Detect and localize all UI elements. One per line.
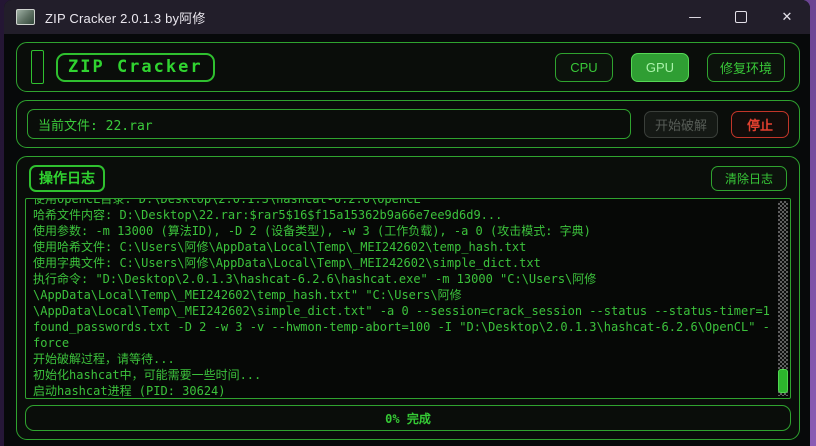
log-line: 开始破解过程，请等待... [33,351,772,367]
log-panel: 操作日志 清除日志 使用OpenCL目录: D:\Desktop\2.0.1.3… [16,156,800,440]
log-scrollbar[interactable] [778,201,788,396]
log-line: 使用哈希文件: C:\Users\阿修\AppData\Local\Temp\_… [33,239,772,255]
stop-button[interactable]: 停止 [731,111,789,138]
repair-environment-button[interactable]: 修复环境 [707,53,785,82]
maximize-button[interactable] [718,0,764,34]
log-line: 哈希文件内容: D:\Desktop\22.rar:$rar5$16$f15a1… [33,207,772,223]
log-lines: 使用OpenCL目录: D:\Desktop\2.0.1.3\hashcat-6… [26,198,790,399]
log-title-badge: 操作日志 [29,165,105,192]
file-panel: 当前文件: 22.rar 开始破解 停止 [16,100,800,148]
log-line: 使用参数: -m 13000 (算法ID), -D 2 (设备类型), -w 3… [33,223,772,239]
start-crack-button[interactable]: 开始破解 [644,111,718,138]
close-button[interactable]: ✕ [764,0,810,34]
log-line: force [33,335,772,351]
minimize-icon: — [689,10,702,25]
log-line: 启动hashcat进程 (PID: 30624) [33,383,772,399]
app-icon [16,9,35,25]
gpu-mode-button[interactable]: GPU [631,53,689,82]
cpu-mode-button[interactable]: CPU [555,53,613,82]
desktop-background: ZIP Cracker 2.0.1.3 by阿修 — ✕ ZIP Cracker [0,0,816,446]
maximize-icon [735,11,747,23]
mode-buttons: CPU GPU 修复环境 [555,53,785,82]
log-line: \AppData\Local\Temp\_MEI242602\temp_hash… [33,287,772,303]
close-icon: ✕ [782,10,793,25]
clear-log-button[interactable]: 清除日志 [711,166,787,191]
log-output-area[interactable]: 使用OpenCL目录: D:\Desktop\2.0.1.3\hashcat-6… [25,198,791,399]
app-window: ZIP Cracker 2.0.1.3 by阿修 — ✕ ZIP Cracker [4,0,810,446]
log-line: \AppData\Local\Temp\_MEI242602\simple_di… [33,303,772,319]
log-header: 操作日志 清除日志 [25,165,791,192]
logo-mark-icon [31,50,44,84]
app-name-badge: ZIP Cracker [56,53,215,82]
main-content: ZIP Cracker CPU GPU 修复环境 当前文件: 22.rar 开始… [4,34,810,446]
minimize-button[interactable]: — [672,0,718,34]
window-controls: — ✕ [672,0,810,34]
header-panel: ZIP Cracker CPU GPU 修复环境 [16,42,800,92]
titlebar: ZIP Cracker 2.0.1.3 by阿修 — ✕ [4,0,810,34]
log-line: 使用OpenCL目录: D:\Desktop\2.0.1.3\hashcat-6… [33,198,772,207]
log-line: 初始化hashcat中，可能需要一些时间... [33,367,772,383]
log-scrollbar-thumb[interactable] [778,369,788,393]
log-line: 使用字典文件: C:\Users\阿修\AppData\Local\Temp\_… [33,255,772,271]
log-line: found_passwords.txt -D 2 -w 3 -v --hwmon… [33,319,772,335]
current-file-input[interactable]: 当前文件: 22.rar [27,109,631,139]
progress-bar: 0% 完成 [25,405,791,431]
log-line: 执行命令: "D:\Desktop\2.0.1.3\hashcat-6.2.6\… [33,271,772,287]
window-title: ZIP Cracker 2.0.1.3 by阿修 [45,8,206,27]
